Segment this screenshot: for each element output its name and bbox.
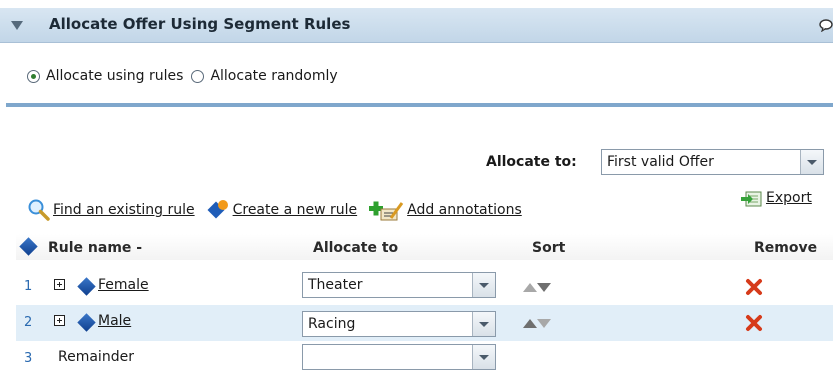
column-header-allocate-to: Allocate to [313,240,399,256]
column-header-rule-name[interactable]: Rule name - [48,240,142,256]
panel-title: Allocate Offer Using Segment Rules [49,15,351,33]
row-number: 1 [24,279,33,294]
export-icon [741,191,762,207]
dropdown-arrow-icon[interactable] [472,345,495,369]
export-action[interactable]: Export [740,188,812,208]
radio-allocate-using-rules[interactable] [27,69,40,83]
row-number: 2 [24,315,33,330]
table-header: Rule name - Allocate to Sort Remove [16,234,833,260]
magnifier-icon [28,199,50,221]
expand-row-icon[interactable] [54,315,65,326]
radio-allocate-randomly[interactable] [191,69,205,83]
rule-toolbar: Find an existing rule Create a new rule … [27,196,526,224]
row-number: 3 [24,351,33,366]
find-rule-link[interactable]: Find an existing rule [53,202,195,218]
dropdown-arrow-icon[interactable] [472,312,495,336]
create-rule-link[interactable]: Create a new rule [233,202,358,218]
rule-name-link[interactable]: Male [98,313,131,329]
row-allocate-value: Theater [308,277,363,293]
add-annotations-link[interactable]: Add annotations [407,202,522,218]
add-annotation-icon [369,201,404,221]
rule-name-remainder: Remainder [58,349,134,365]
radio-label-allocate-using-rules[interactable]: Allocate using rules [46,68,183,84]
add-annotations-action[interactable]: Add annotations [367,197,522,223]
comment-icon[interactable] [819,19,833,32]
row-allocate-select[interactable]: Theater [302,272,496,298]
create-rule-action[interactable]: Create a new rule [205,198,358,222]
dropdown-arrow-icon[interactable] [472,273,495,297]
radio-label-allocate-randomly[interactable]: Allocate randomly [210,68,337,84]
rule-diamond-icon [19,237,38,256]
allocate-to-label: Allocate to: [486,154,577,170]
allocate-to-value: First valid Offer [607,154,714,170]
table-row: 2 Male Racing [16,305,833,341]
allocation-mode-group: Allocate using rules Allocate randomly [27,66,346,86]
sort-arrows-icon[interactable] [522,281,552,293]
find-rule-action[interactable]: Find an existing rule [27,198,195,222]
row-allocate-select[interactable]: Racing [302,311,496,337]
remove-x-icon[interactable] [745,314,763,332]
panel-header[interactable]: Allocate Offer Using Segment Rules [0,8,833,43]
column-header-remove: Remove [754,240,818,256]
table-row: 1 Female Theater [16,269,833,305]
allocate-to-select[interactable]: First valid Offer [601,149,824,175]
expand-row-icon[interactable] [54,279,65,290]
rule-name-link[interactable]: Female [98,277,149,293]
export-link[interactable]: Export [766,190,812,206]
new-rule-icon [207,200,228,219]
sort-arrows-icon[interactable] [522,317,552,329]
row-allocate-value: Racing [308,316,356,332]
collapse-triangle-icon[interactable] [11,21,23,30]
column-header-sort: Sort [532,240,566,256]
rule-diamond-icon [77,277,96,296]
dropdown-arrow-icon[interactable] [800,150,823,174]
rule-diamond-icon [77,313,96,332]
remove-x-icon[interactable] [745,278,763,296]
row-allocate-select[interactable] [302,344,496,370]
section-divider [6,103,833,107]
